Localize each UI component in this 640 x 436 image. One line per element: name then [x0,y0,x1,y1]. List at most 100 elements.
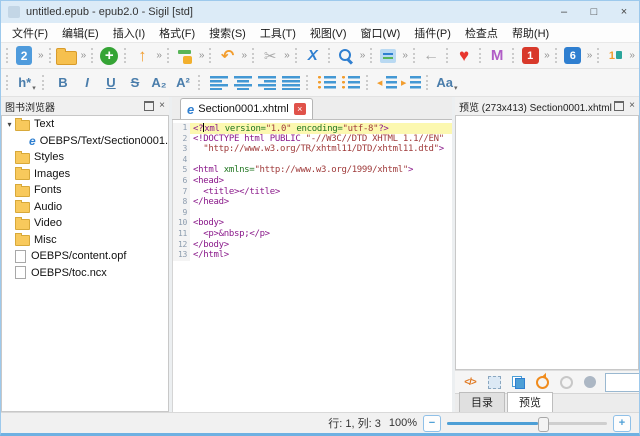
menu-item-8[interactable]: 插件(P) [407,23,458,43]
tree-item-1[interactable]: eOEBPS/Text/Section0001.xhtml [2,133,168,150]
indent-button[interactable] [400,72,422,94]
toolbar-separator [446,48,449,63]
close-button[interactable]: × [609,1,639,23]
special-characters-button[interactable] [377,45,399,67]
overflow-chevron-icon[interactable]: » [402,50,408,61]
toolbar-separator [6,75,12,90]
change-case-button[interactable]: Aa▾ [436,72,458,94]
align-justify-button[interactable] [280,72,302,94]
zoom-slider[interactable] [447,422,607,425]
align-left-button[interactable] [208,72,230,94]
italic-button[interactable]: I [76,72,98,94]
menu-item-3[interactable]: 格式(F) [152,23,202,43]
align-center-button[interactable] [232,72,254,94]
heading-button[interactable]: h*▾ [16,72,38,94]
dock-tab-1[interactable]: 预览 [507,392,553,412]
outdent-button[interactable] [376,72,398,94]
menu-item-2[interactable]: 插入(I) [106,23,152,43]
heading-icon: h* [18,75,31,90]
tree-item-3[interactable]: Images [2,166,168,183]
tree-item-8[interactable]: OEBPS/content.opf [2,248,168,265]
overflow-chevron-icon[interactable]: » [156,50,162,61]
preview-search-input[interactable] [605,373,640,392]
find-button[interactable] [335,45,357,67]
zoom-in-button[interactable]: + [613,415,631,432]
refresh-button[interactable] [531,371,553,393]
menu-item-4[interactable]: 搜索(S) [202,23,253,43]
filter-button[interactable] [579,371,601,393]
copy-button[interactable] [507,371,529,393]
zoom-slider-thumb[interactable] [538,417,549,432]
overflow-chevron-icon[interactable]: » [199,50,205,61]
insert-file-button[interactable] [174,45,196,67]
subscript-button[interactable]: A₂ [148,72,170,94]
insert-file-icon [176,47,194,65]
overflow-chevron-icon[interactable]: » [587,50,593,61]
new-epub2-button[interactable]: 2 [13,45,35,67]
overflow-chevron-icon[interactable]: » [284,50,290,61]
menu-item-7[interactable]: 窗口(W) [354,23,408,43]
minimize-button[interactable]: – [549,1,579,23]
delete-button[interactable]: X [302,45,324,67]
tab-section0001[interactable]: e Section0001.xhtml × [180,98,313,119]
overflow-chevron-icon[interactable]: » [38,50,44,61]
superscript-button[interactable]: A² [172,72,194,94]
overflow-chevron-icon[interactable]: » [360,50,366,61]
cut-button[interactable]: ✂ [259,45,281,67]
overflow-chevron-icon[interactable]: » [81,50,87,61]
index-editor-button[interactable]: 1 [604,45,626,67]
code-line: 5<html xmlns="http://www.w3.org/1999/xht… [173,165,452,176]
close-panel-icon[interactable]: × [629,101,635,111]
bold-button[interactable]: B [52,72,74,94]
menu-item-9[interactable]: 检查点 [458,23,505,43]
save-button[interactable]: ↑ [131,45,153,67]
tree-item-9[interactable]: OEBPS/toc.ncx [2,265,168,282]
underline-button[interactable]: U [100,72,122,94]
float-panel-icon[interactable] [144,101,154,111]
tree-item-5[interactable]: Audio [2,199,168,216]
code-line: 9 [173,208,452,219]
overflow-chevron-icon[interactable]: » [242,50,248,61]
menu-item-10[interactable]: 帮助(H) [505,23,556,43]
open-button[interactable] [56,45,78,67]
maximize-button[interactable]: □ [579,1,609,23]
tab-close-icon[interactable]: × [294,103,306,115]
menu-item-0[interactable]: 文件(F) [5,23,55,43]
undo-button[interactable]: ↶ [217,45,239,67]
float-panel-icon[interactable] [614,101,624,111]
numbered-list-icon [342,76,360,89]
inspect-code-button[interactable]: </> [459,371,481,393]
dock-tab-0[interactable]: 目录 [459,392,505,412]
back-button[interactable]: ← [420,45,442,67]
tree-item-0[interactable]: ▾Text [2,116,168,133]
donate-button[interactable]: ♥ [453,45,475,67]
tree-item-7[interactable]: Misc [2,232,168,249]
numbered-list-button[interactable] [340,72,362,94]
overflow-chevron-icon[interactable]: » [544,50,550,61]
plugin-1-button[interactable]: 1 [519,45,541,67]
code-editor[interactable]: 1<?xml version="1.0" encoding="utf-8"?>2… [172,120,452,412]
back-icon: ← [423,47,439,65]
tree-item-4[interactable]: Fonts [2,182,168,199]
auto-sync-button[interactable] [555,371,577,393]
preview-content [455,115,639,370]
html-file-icon: e [187,102,194,117]
select-all-button[interactable] [483,371,505,393]
metadata-editor-button[interactable]: M [486,45,508,67]
zoom-out-button[interactable]: − [423,415,441,432]
overflow-chevron-icon[interactable]: » [629,50,635,61]
tree-item-2[interactable]: Styles [2,149,168,166]
add-existing-files-button[interactable]: + [98,45,120,67]
close-panel-icon[interactable]: × [159,101,165,111]
menu-item-1[interactable]: 编辑(E) [55,23,106,43]
plugin-6-button[interactable]: 6 [562,45,584,67]
align-right-button[interactable] [256,72,278,94]
menu-item-6[interactable]: 视图(V) [303,23,354,43]
book-browser-tree[interactable]: ▾TexteOEBPS/Text/Section0001.xhtmlStyles… [1,115,169,412]
strikethrough-button[interactable]: S [124,72,146,94]
menu-item-5[interactable]: 工具(T) [253,23,303,43]
bullet-list-button[interactable] [316,72,338,94]
expander-icon[interactable]: ▾ [4,120,15,129]
line-number: 6 [173,176,190,187]
tree-item-6[interactable]: Video [2,215,168,232]
